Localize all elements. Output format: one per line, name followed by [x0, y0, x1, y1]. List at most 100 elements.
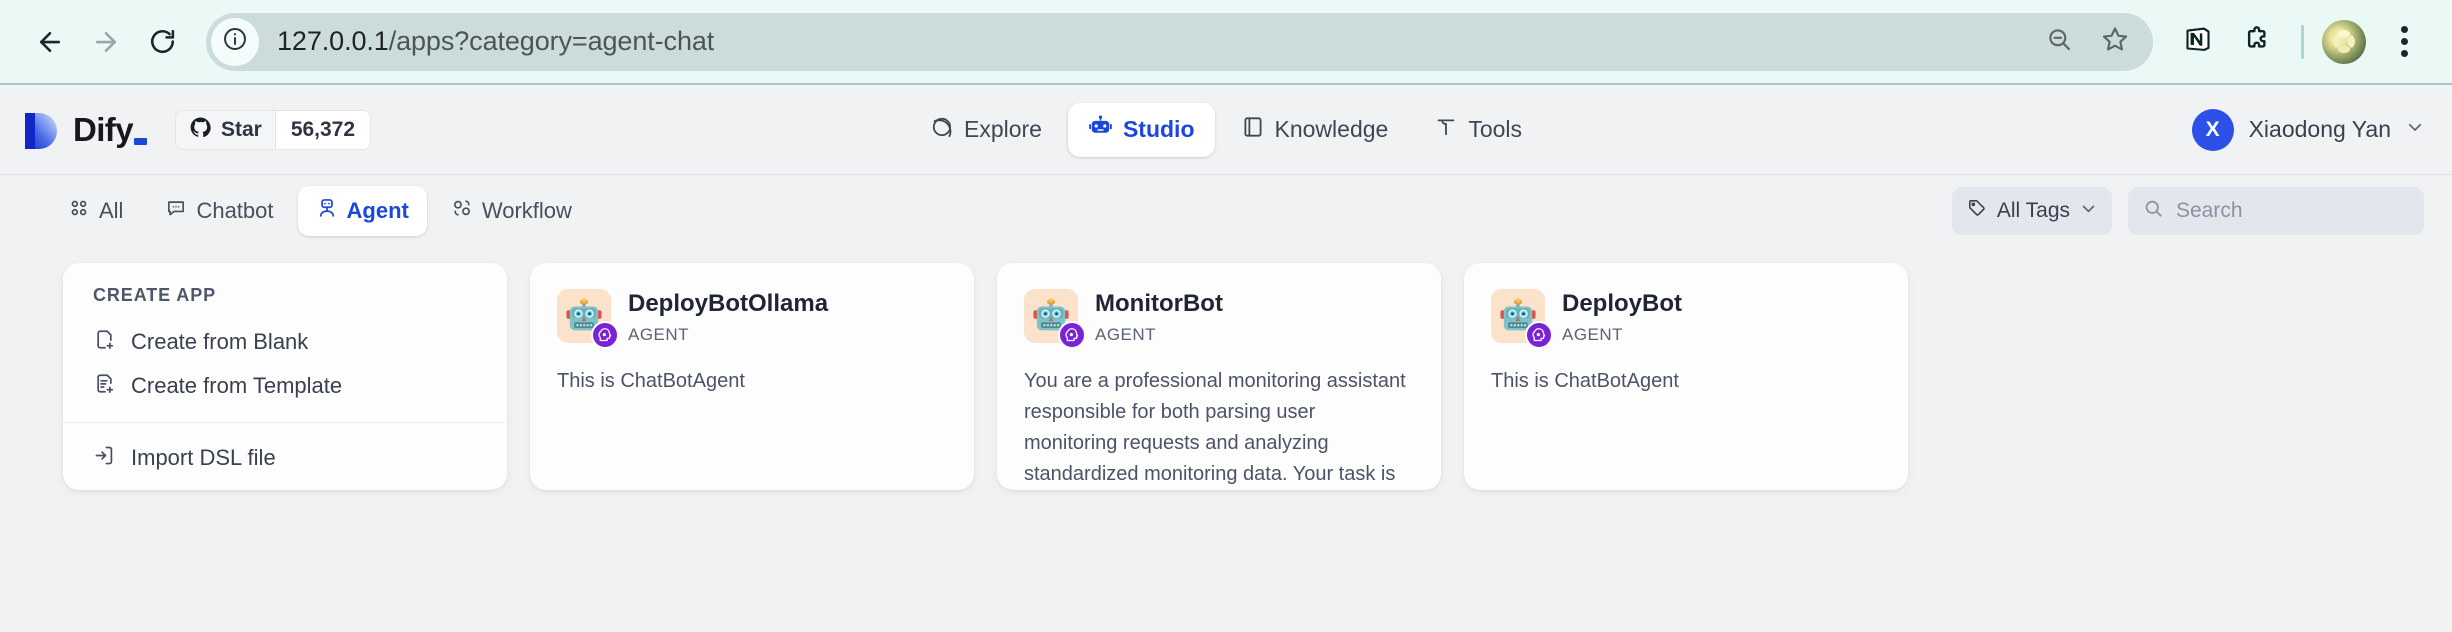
app-type: AGENT [1562, 324, 1624, 344]
nav-item-explore[interactable]: Explore [910, 103, 1062, 157]
create-from-blank-item[interactable]: Create from Blank [63, 320, 507, 364]
main-nav: Explore Studio Knowledge Tools [910, 102, 1542, 157]
tab-label-workflow: Workflow [481, 198, 572, 223]
app-card[interactable]: MonitorBot AGENT You are a professional … [997, 263, 1441, 490]
tab-chatbot[interactable]: Chatbot [147, 186, 291, 236]
chevron-down-icon [2080, 199, 2097, 223]
workflow-icon [451, 197, 473, 225]
planet-icon [930, 115, 954, 145]
template-plus-icon [93, 372, 116, 401]
app-card[interactable]: DeployBotOllama AGENT This is ChatBotAge… [530, 263, 974, 490]
app-header: Dify Star 56,372 Explore Studio Knowledg… [0, 85, 2452, 175]
agent-brain-badge-icon [591, 321, 619, 349]
import-dsl-item[interactable]: Import DSL file [63, 436, 507, 480]
app-name: MonitorBot [1095, 290, 1223, 317]
filter-right: All Tags [1951, 187, 2424, 235]
import-icon [93, 444, 116, 473]
agent-icon [316, 197, 338, 225]
github-star-count: 56,372 [274, 110, 371, 149]
kebab-menu-icon [2400, 26, 2408, 57]
app-card-header: DeployBot AGENT [1491, 289, 1881, 349]
notion-extension-icon [2183, 24, 2213, 59]
address-bar[interactable]: 127.0.0.1/apps?category=agent-chat [206, 12, 2153, 71]
zoom-out-icon [2046, 26, 2073, 58]
github-star-badge[interactable]: Star 56,372 [174, 109, 372, 150]
search-input[interactable] [2176, 199, 2409, 223]
star-bookmark-icon [2101, 25, 2129, 58]
app-card[interactable]: DeployBot AGENT This is ChatBotAgent [1464, 263, 1908, 490]
search-box[interactable] [2128, 187, 2424, 235]
app-title-block: MonitorBot AGENT [1095, 289, 1223, 345]
import-dsl-label: Import DSL file [131, 445, 276, 470]
chevron-down-icon [2406, 118, 2424, 141]
notion-extension-button[interactable] [2171, 15, 2225, 69]
tab-workflow[interactable]: Workflow [433, 186, 590, 236]
chrome-divider [2301, 24, 2304, 59]
nav-item-tools[interactable]: Tools [1414, 103, 1542, 157]
back-button[interactable] [22, 14, 78, 70]
chat-icon [165, 197, 187, 225]
profile-avatar[interactable] [2322, 19, 2366, 64]
zoom-out-button[interactable] [2035, 18, 2083, 66]
browser-chrome: 127.0.0.1/apps?category=agent-chat [0, 0, 2452, 85]
chrome-right-actions [2171, 15, 2430, 69]
hammer-icon [1434, 115, 1458, 145]
app-type: AGENT [1095, 324, 1157, 344]
extensions-button[interactable] [2229, 15, 2283, 69]
search-icon [2143, 198, 2164, 224]
app-title-block: DeployBot AGENT [1562, 289, 1682, 345]
dify-logo-icon [22, 109, 60, 151]
bookmark-button[interactable] [2091, 18, 2139, 66]
forward-button[interactable] [78, 14, 134, 70]
site-info-icon [222, 26, 248, 57]
create-from-template-item[interactable]: Create from Template [63, 364, 507, 408]
site-info-button[interactable] [211, 17, 259, 66]
nav-item-studio[interactable]: Studio [1067, 102, 1215, 157]
url-path: /apps?category=agent-chat [388, 26, 715, 56]
github-icon [189, 116, 212, 144]
app-name: DeployBot [1562, 290, 1682, 317]
tab-all[interactable]: All [50, 186, 141, 236]
github-star-label: Star [220, 117, 262, 141]
create-app-title: CREATE APP [93, 285, 217, 305]
app-description: This is ChatBotAgent [557, 369, 745, 392]
app-title-block: DeployBotOllama AGENT [628, 289, 828, 345]
forward-arrow-icon [91, 27, 121, 57]
app-description: You are a professional monitoring assist… [1024, 369, 1406, 485]
avatar: X [2191, 108, 2234, 151]
create-app-card: CREATE APP Create from Blank Create from… [63, 263, 507, 490]
app-icon-wrap [557, 289, 619, 349]
grid-icon [68, 197, 90, 225]
browser-menu-button[interactable] [2378, 15, 2430, 69]
reload-icon [148, 27, 177, 56]
nav-label-tools: Tools [1468, 116, 1523, 142]
all-tags-dropdown[interactable]: All Tags [1951, 187, 2112, 235]
user-menu[interactable]: X Xiaodong Yan [2191, 108, 2424, 151]
user-name: Xiaodong Yan [2248, 116, 2391, 142]
reload-button[interactable] [134, 14, 190, 70]
app-type: AGENT [628, 324, 690, 344]
omnibox-actions [2035, 18, 2153, 66]
nav-item-knowledge[interactable]: Knowledge [1221, 103, 1409, 157]
github-star-left: Star [176, 111, 275, 149]
nav-label-explore: Explore [963, 116, 1042, 142]
create-from-template-label: Create from Template [131, 373, 343, 398]
book-icon [1241, 115, 1265, 145]
app-card-header: MonitorBot AGENT [1024, 289, 1414, 349]
extensions-puzzle-icon [2241, 24, 2271, 59]
app-icon-wrap [1491, 289, 1553, 349]
app-description: This is ChatBotAgent [1491, 369, 1679, 392]
all-tags-label: All Tags [1996, 199, 2070, 222]
create-from-blank-label: Create from Blank [131, 329, 309, 354]
brand[interactable]: Dify [22, 109, 147, 151]
url-host: 127.0.0.1 [277, 26, 389, 56]
nav-label-studio: Studio [1122, 116, 1195, 142]
app-grid: CREATE APP Create from Blank Create from… [0, 247, 2452, 490]
tab-agent[interactable]: Agent [297, 186, 427, 236]
agent-brain-badge-icon [1058, 321, 1086, 349]
filter-bar: All Chatbot Agent Workflow All Tags Sear… [0, 175, 2452, 247]
tab-label-agent: Agent [346, 198, 409, 223]
tab-label-chatbot: Chatbot [196, 198, 274, 223]
nav-label-knowledge: Knowledge [1274, 116, 1389, 142]
url-text: 127.0.0.1/apps?category=agent-chat [277, 26, 714, 57]
